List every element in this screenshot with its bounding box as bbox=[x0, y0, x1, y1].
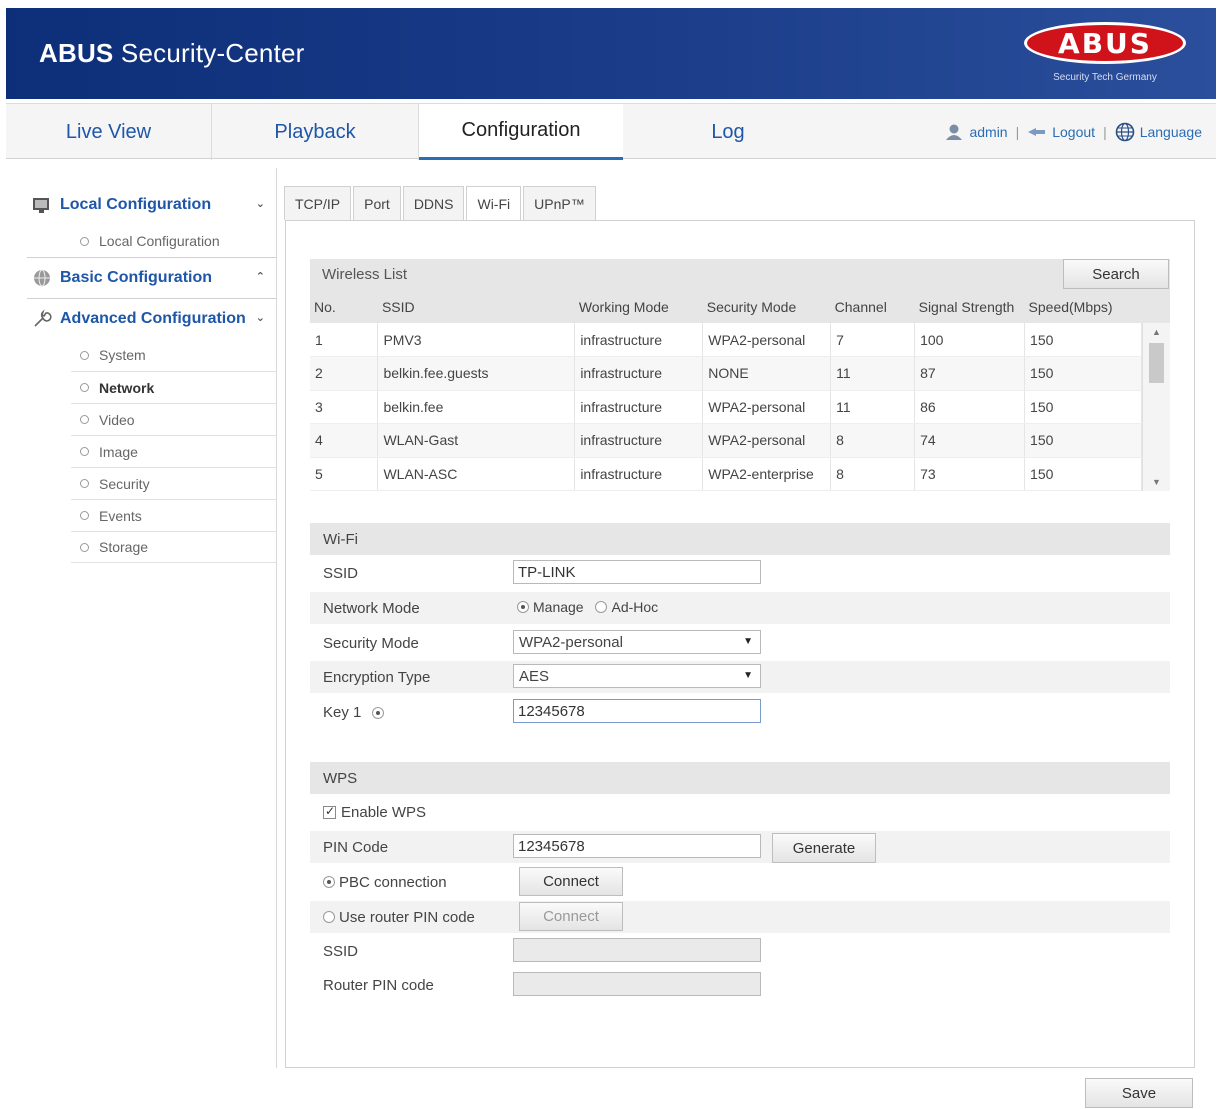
bullet-icon bbox=[80, 350, 89, 360]
wireless-table: No. SSID Working Mode Security Mode Chan… bbox=[310, 291, 1171, 491]
sidebar-item-image[interactable]: Image bbox=[71, 435, 277, 467]
search-button[interactable]: Search bbox=[1063, 259, 1169, 289]
sidebar-local-configuration[interactable]: Local Configuration ⌄ bbox=[27, 185, 277, 225]
sidebar-item-video[interactable]: Video bbox=[71, 403, 277, 435]
bullet-icon bbox=[80, 383, 89, 392]
sidebar-item-network[interactable]: Network bbox=[71, 371, 277, 403]
table-row[interactable]: 5 WLAN-ASC infrastructure WPA2-enterprise 8 7… bbox=[310, 457, 1171, 491]
pbc-connection-radio[interactable]: PBC connection bbox=[323, 874, 447, 891]
wps-ssid-row: SSID bbox=[310, 935, 1170, 967]
nav-log[interactable]: Log bbox=[623, 104, 833, 160]
pbc-row: PBC connection bbox=[310, 866, 1170, 898]
wifi-section-header: Wi-Fi bbox=[310, 523, 1170, 555]
bullet-icon bbox=[80, 479, 89, 488]
globe-icon bbox=[1115, 122, 1135, 142]
tab-port[interactable]: Port bbox=[353, 186, 401, 220]
enable-wps-row: Enable WPS bbox=[310, 796, 1170, 828]
table-row[interactable]: 1 PMV3 infrastructure WPA2-personal 7 100 150 bbox=[310, 323, 1171, 357]
router-pin-row: Use router PIN code bbox=[310, 901, 1170, 933]
enable-wps-checkbox[interactable]: Enable WPS bbox=[323, 804, 426, 821]
bullet-icon bbox=[80, 415, 89, 424]
col-no: No. bbox=[310, 291, 378, 323]
dropdown-arrow-icon: ▼ bbox=[743, 636, 753, 647]
network-mode-row: Network Mode Manage Ad-Hoc bbox=[310, 592, 1170, 624]
sidebar-item-storage[interactable]: Storage bbox=[71, 531, 277, 563]
bullet-icon bbox=[80, 511, 89, 520]
chevron-up-icon: ⌃ bbox=[255, 271, 265, 283]
tab-tcpip[interactable]: TCP/IP bbox=[284, 186, 352, 220]
save-button[interactable]: Save bbox=[1085, 1078, 1193, 1108]
encryption-type-select[interactable]: AES ▼ bbox=[513, 664, 761, 688]
chevron-down-icon: ⌄ bbox=[255, 312, 265, 324]
sidebar-item-system[interactable]: System bbox=[71, 339, 277, 371]
col-ssid: SSID bbox=[377, 291, 575, 323]
mode-manage-radio[interactable]: Manage bbox=[517, 599, 584, 615]
tab-wifi[interactable]: Wi-Fi bbox=[466, 186, 522, 220]
encryption-type-row: Encryption Type AES ▼ bbox=[310, 661, 1170, 693]
mode-adhoc-radio[interactable]: Ad-Hoc bbox=[595, 599, 658, 615]
nav-configuration[interactable]: Configuration bbox=[419, 104, 623, 160]
sidebar-item-security[interactable]: Security bbox=[71, 467, 277, 499]
col-security-mode: Security Mode bbox=[702, 291, 831, 323]
table-row[interactable]: 4 WLAN-Gast infrastructure WPA2-personal 8 74… bbox=[310, 423, 1171, 458]
dropdown-arrow-icon: ▼ bbox=[743, 670, 753, 681]
wifi-panel: Wireless List Search No. SSID Working Mo… bbox=[285, 220, 1195, 1068]
sidebar-item-local-configuration[interactable]: Local Configuration bbox=[27, 225, 277, 257]
scroll-thumb[interactable] bbox=[1149, 343, 1164, 383]
bullet-icon bbox=[80, 236, 89, 246]
logout-link[interactable]: Logout bbox=[1027, 124, 1095, 140]
table-row[interactable]: 2 belkin.fee.guests infrastructure NONE 11 87… bbox=[310, 356, 1171, 391]
user-icon bbox=[946, 124, 963, 140]
security-mode-row: Security Mode WPA2-personal ▼ bbox=[310, 627, 1170, 659]
router-pin-code-row: Router PIN code bbox=[310, 969, 1170, 1001]
wireless-list-scrollbar[interactable]: ▲ ▼ bbox=[1142, 323, 1170, 491]
wps-section-header: WPS bbox=[310, 762, 1170, 794]
key-row: Key 1 12345678 bbox=[310, 696, 1170, 728]
ssid-input[interactable]: TP-LINK bbox=[513, 560, 761, 584]
router-pin-connect-button[interactable]: Connect bbox=[519, 902, 623, 931]
col-speed: Speed(Mbps) bbox=[1024, 291, 1142, 323]
sidebar-item-events[interactable]: Events bbox=[71, 499, 277, 531]
bullet-icon bbox=[80, 542, 89, 552]
network-tabs: TCP/IP Port DDNS Wi-Fi UPnP™ bbox=[284, 186, 598, 220]
table-row[interactable]: 3 belkin.fee infrastructure WPA2-personal 11… bbox=[310, 390, 1171, 424]
nav-live-view[interactable]: Live View bbox=[6, 104, 212, 160]
globe-icon bbox=[34, 269, 50, 287]
sidebar-basic-configuration[interactable]: Basic Configuration ⌃ bbox=[27, 258, 277, 298]
pbc-connect-button[interactable]: Connect bbox=[519, 867, 623, 896]
scroll-up-icon[interactable]: ▲ bbox=[1152, 327, 1161, 337]
generate-button[interactable]: Generate bbox=[772, 833, 876, 863]
col-channel: Channel bbox=[830, 291, 915, 323]
tab-upnp[interactable]: UPnP™ bbox=[523, 186, 596, 220]
language-menu[interactable]: Language bbox=[1115, 122, 1202, 142]
key-radio[interactable] bbox=[371, 706, 384, 719]
col-working-mode: Working Mode bbox=[574, 291, 703, 323]
app-title: ABUS Security-Center bbox=[39, 38, 305, 68]
wps-ssid-input[interactable] bbox=[513, 938, 761, 962]
security-mode-select[interactable]: WPA2-personal ▼ bbox=[513, 630, 761, 654]
wireless-list-header: Wireless List bbox=[310, 259, 1170, 291]
abus-logo: ABUS Security Tech Germany bbox=[1024, 22, 1186, 84]
col-signal-strength: Signal Strength bbox=[914, 291, 1025, 323]
user-menu[interactable]: admin bbox=[944, 123, 1008, 141]
chevron-down-icon: ⌄ bbox=[255, 198, 265, 210]
pin-code-input[interactable]: 12345678 bbox=[513, 834, 761, 858]
logout-icon bbox=[1028, 128, 1046, 136]
tab-ddns[interactable]: DDNS bbox=[402, 186, 465, 220]
key-input[interactable]: 12345678 bbox=[513, 699, 761, 723]
sidebar-advanced-configuration[interactable]: Advanced Configuration ⌄ bbox=[27, 299, 277, 339]
main-nav: Live View Playback Configuration Log adm… bbox=[6, 103, 1216, 160]
content-area: TCP/IP Port DDNS Wi-Fi UPnP™ Wireless Li… bbox=[276, 168, 1216, 1068]
wrench-icon bbox=[34, 309, 52, 327]
monitor-icon bbox=[33, 198, 49, 213]
bullet-icon bbox=[80, 447, 89, 456]
router-pin-code-input[interactable] bbox=[513, 972, 761, 996]
ssid-row: SSID TP-LINK bbox=[310, 557, 1170, 589]
config-sidebar: Local Configuration ⌄ Local Configuratio… bbox=[27, 185, 277, 563]
app-header: ABUS Security-Center ABUS Security Tech … bbox=[6, 8, 1216, 99]
use-router-pin-radio[interactable]: Use router PIN code bbox=[323, 909, 475, 926]
nav-playback[interactable]: Playback bbox=[212, 104, 419, 160]
pin-code-row: PIN Code 12345678 bbox=[310, 831, 1170, 863]
scroll-down-icon[interactable]: ▼ bbox=[1152, 477, 1161, 487]
